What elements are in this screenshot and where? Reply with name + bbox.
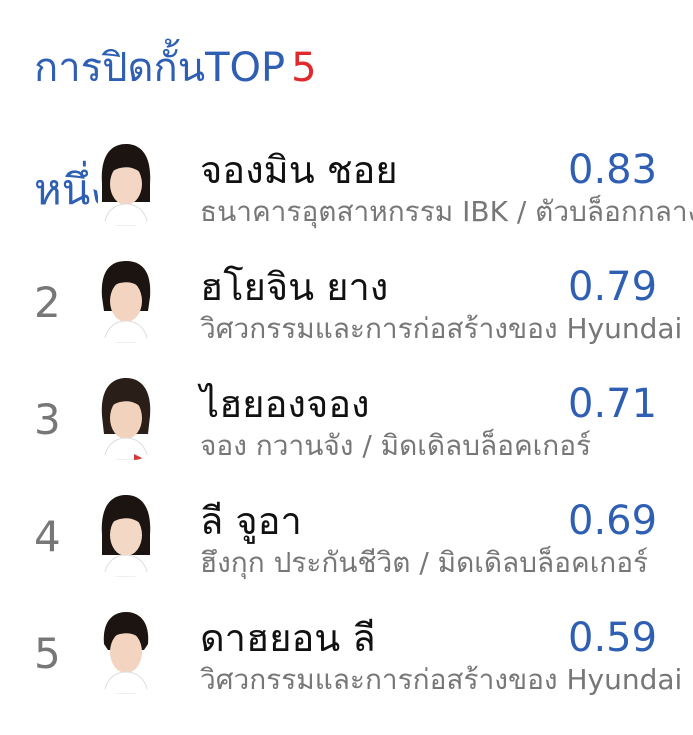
- player-team-position: ธนาคารอุตสาหกรรม IBK / ตัวบล็อกกลาง: [200, 195, 693, 228]
- player-avatar[interactable]: [98, 374, 154, 460]
- player-avatar[interactable]: [98, 608, 154, 694]
- rank-label: 5: [34, 629, 61, 678]
- player-name: ไฮยองจอง: [200, 382, 370, 426]
- player-team-position: จอง กวานจัง / มิดเดิลบล็อคเกอร์: [200, 429, 592, 462]
- player-row[interactable]: 4 ลี จูอา 0.69 ฮึงกุก ประกันชีวิต / มิดเ…: [0, 479, 693, 596]
- player-portrait-icon: [103, 612, 149, 694]
- player-avatar[interactable]: [98, 491, 154, 577]
- title-number: 5: [291, 45, 317, 91]
- player-portrait-icon: [101, 495, 151, 577]
- player-name: จองมิน ชอย: [200, 148, 398, 192]
- player-team-position: วิศวกรรมและการก่อสร้างของ Hyundai: [200, 312, 683, 345]
- player-name: ลี จูอา: [200, 499, 302, 543]
- player-row[interactable]: หนึ่ง จองมิน ชอย 0.83 ธนาคารอุตสาหกรรม I…: [0, 128, 693, 245]
- player-row[interactable]: 3 ไฮยองจอง 0.71 จอง กวานจัง / มิดเดิลบล็…: [0, 362, 693, 479]
- rank-label: 3: [34, 395, 61, 444]
- player-team-position: ฮึงกุก ประกันชีวิต / มิดเดิลบล็อคเกอร์: [200, 546, 649, 579]
- top5-blocking-page: การปิดกั้นTOP 5 หนึ่ง จองมิน ชอย 0.83 ธนา…: [0, 0, 693, 735]
- player-row[interactable]: 2 ฮโยจิน ยาง 0.79 วิศวกรรมและการก่อสร้าง…: [0, 245, 693, 362]
- player-score: 0.79: [568, 264, 658, 310]
- player-avatar[interactable]: [98, 140, 154, 226]
- player-score: 0.83: [568, 147, 658, 193]
- player-row[interactable]: 5 ดาฮยอน ลี 0.59 วิศวกรรมและการก่อสร้างข…: [0, 596, 693, 713]
- player-portrait-icon: [101, 261, 151, 343]
- player-score: 0.69: [568, 498, 658, 544]
- rank-label: 2: [34, 278, 61, 327]
- player-portrait-icon: [101, 378, 151, 460]
- player-portrait-icon: [101, 144, 151, 226]
- title-text: การปิดกั้นTOP: [34, 45, 286, 91]
- player-score: 0.71: [568, 381, 658, 427]
- rank-label: 4: [34, 512, 61, 561]
- player-avatar[interactable]: [98, 257, 154, 343]
- section-title: การปิดกั้นTOP 5: [34, 42, 317, 94]
- player-name: ฮโยจิน ยาง: [200, 265, 389, 309]
- player-team-position: วิศวกรรมและการก่อสร้างของ Hyundai: [200, 663, 683, 696]
- player-name: ดาฮยอน ลี: [200, 616, 376, 660]
- player-score: 0.59: [568, 615, 658, 661]
